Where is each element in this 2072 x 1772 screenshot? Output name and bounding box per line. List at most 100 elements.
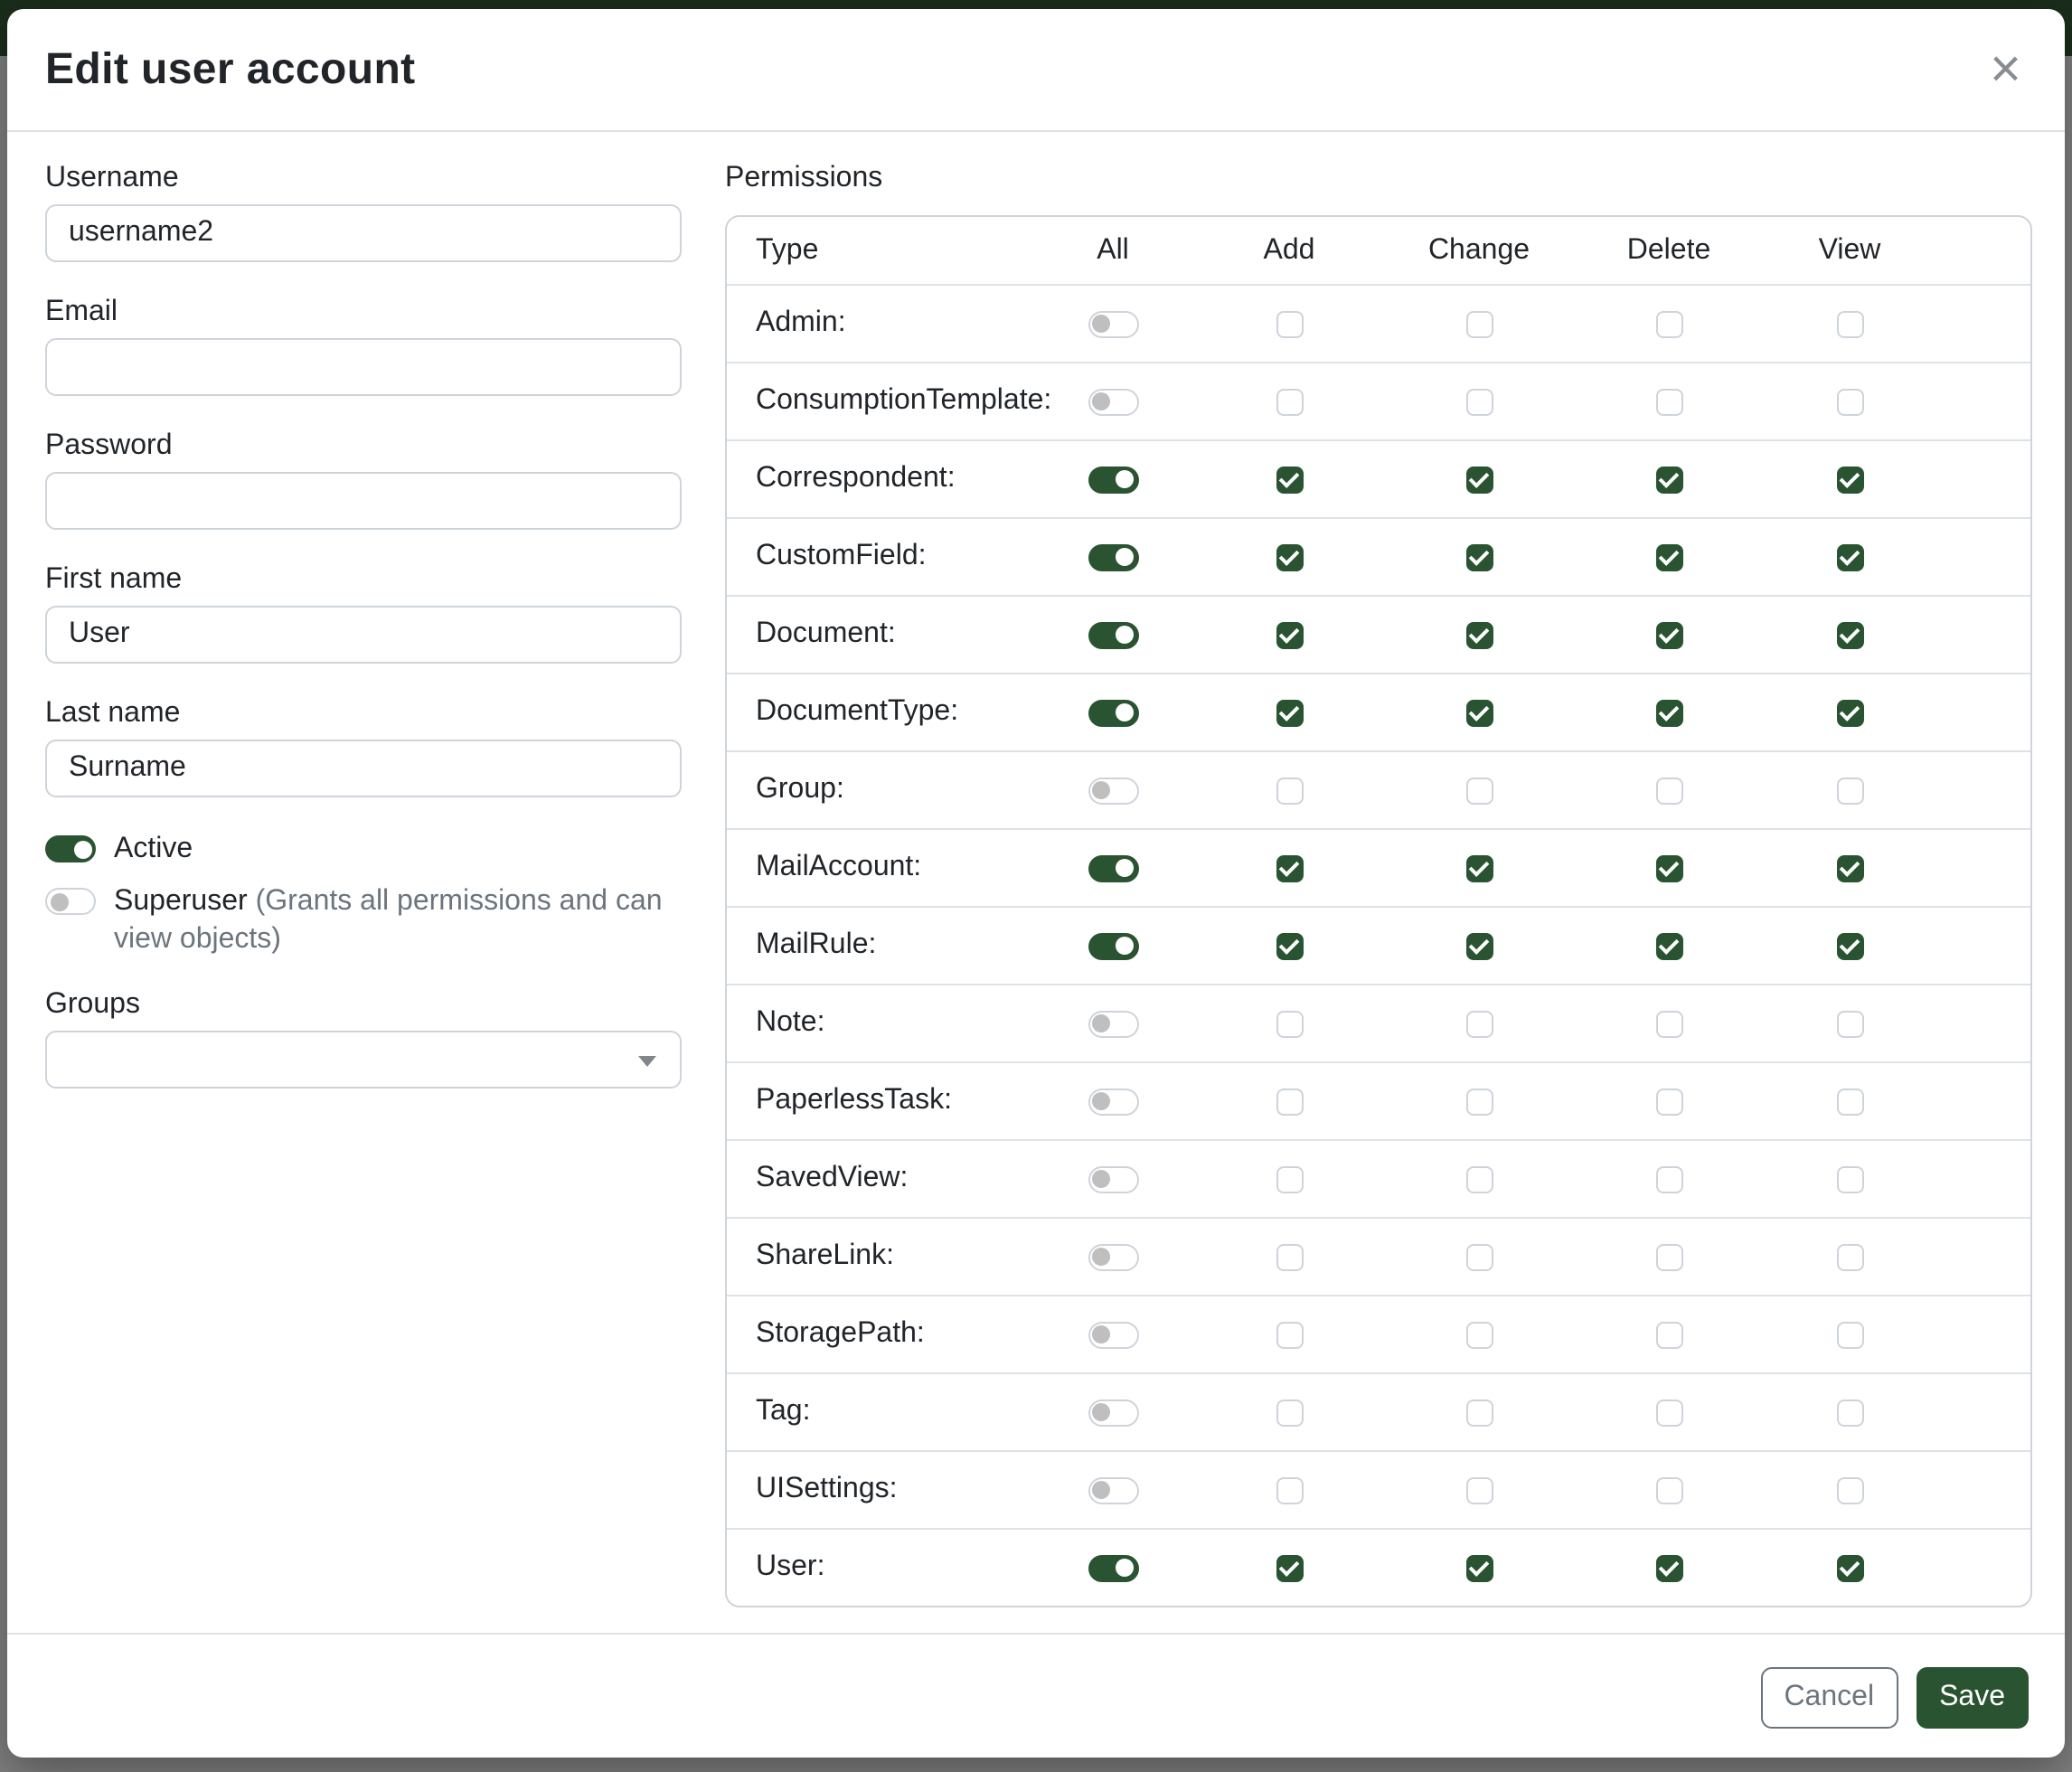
permission-add-checkbox[interactable] bbox=[1276, 1165, 1303, 1192]
permission-add-checkbox[interactable] bbox=[1276, 1010, 1303, 1037]
permission-add-checkbox[interactable] bbox=[1276, 777, 1303, 804]
permission-change-checkbox[interactable] bbox=[1465, 777, 1493, 804]
permission-view-checkbox[interactable] bbox=[1836, 1476, 1863, 1503]
superuser-toggle[interactable] bbox=[45, 888, 96, 915]
permission-view-checkbox[interactable] bbox=[1836, 466, 1863, 493]
permission-add-checkbox[interactable] bbox=[1276, 699, 1303, 726]
permission-view-checkbox[interactable] bbox=[1836, 777, 1863, 804]
permission-add-checkbox[interactable] bbox=[1276, 543, 1303, 570]
permission-view-checkbox[interactable] bbox=[1836, 1554, 1863, 1581]
permission-delete-checkbox[interactable] bbox=[1655, 1476, 1682, 1503]
permission-view-checkbox[interactable] bbox=[1836, 854, 1863, 881]
permission-change-checkbox[interactable] bbox=[1465, 1010, 1493, 1037]
permission-change-checkbox[interactable] bbox=[1465, 1243, 1493, 1270]
permission-all-toggle[interactable] bbox=[1088, 1476, 1138, 1503]
permission-all-toggle[interactable] bbox=[1088, 1165, 1138, 1192]
permission-all-toggle[interactable] bbox=[1088, 543, 1138, 570]
permission-delete-checkbox[interactable] bbox=[1655, 1554, 1682, 1581]
permission-change-checkbox[interactable] bbox=[1465, 1476, 1493, 1503]
permission-all-toggle[interactable] bbox=[1088, 1554, 1138, 1581]
permission-change-checkbox[interactable] bbox=[1465, 932, 1493, 959]
permission-change-checkbox[interactable] bbox=[1465, 699, 1493, 726]
permission-add-checkbox[interactable] bbox=[1276, 1554, 1303, 1581]
permission-delete-checkbox[interactable] bbox=[1655, 1243, 1682, 1270]
permission-all-toggle[interactable] bbox=[1088, 854, 1138, 881]
permission-all-toggle[interactable] bbox=[1088, 1088, 1138, 1115]
permission-view-checkbox[interactable] bbox=[1836, 1243, 1863, 1270]
permission-add-checkbox[interactable] bbox=[1276, 1399, 1303, 1426]
permission-change-checkbox[interactable] bbox=[1465, 1088, 1493, 1115]
permission-delete-checkbox[interactable] bbox=[1655, 310, 1682, 337]
permission-delete-checkbox[interactable] bbox=[1655, 388, 1682, 415]
permission-all-toggle[interactable] bbox=[1088, 621, 1138, 648]
permission-delete-checkbox[interactable] bbox=[1655, 466, 1682, 493]
permission-add-checkbox[interactable] bbox=[1276, 854, 1303, 881]
permission-all-toggle[interactable] bbox=[1088, 1399, 1138, 1426]
permission-add-checkbox[interactable] bbox=[1276, 310, 1303, 337]
permission-all-toggle[interactable] bbox=[1088, 1010, 1138, 1037]
permission-all-toggle[interactable] bbox=[1088, 699, 1138, 726]
permission-add-checkbox[interactable] bbox=[1276, 621, 1303, 648]
permission-all-toggle[interactable] bbox=[1088, 932, 1138, 959]
permission-delete-checkbox[interactable] bbox=[1655, 1010, 1682, 1037]
permission-view-checkbox[interactable] bbox=[1836, 932, 1863, 959]
permission-view-checkbox[interactable] bbox=[1836, 1010, 1863, 1037]
first-name-field[interactable] bbox=[45, 606, 682, 664]
permission-add-checkbox[interactable] bbox=[1276, 1243, 1303, 1270]
permission-all-toggle[interactable] bbox=[1088, 1243, 1138, 1270]
toggle-knob bbox=[1116, 470, 1134, 488]
permission-delete-checkbox[interactable] bbox=[1655, 1321, 1682, 1348]
permission-change-checkbox[interactable] bbox=[1465, 1399, 1493, 1426]
cancel-button[interactable]: Cancel bbox=[1760, 1667, 1898, 1729]
permission-change-checkbox[interactable] bbox=[1465, 854, 1493, 881]
permission-delete-checkbox[interactable] bbox=[1655, 543, 1682, 570]
permission-delete-checkbox[interactable] bbox=[1655, 699, 1682, 726]
permission-view-checkbox[interactable] bbox=[1836, 1088, 1863, 1115]
permission-view-checkbox[interactable] bbox=[1836, 1321, 1863, 1348]
permission-change-checkbox[interactable] bbox=[1465, 466, 1493, 493]
permission-delete-checkbox[interactable] bbox=[1655, 777, 1682, 804]
permission-change-checkbox[interactable] bbox=[1465, 388, 1493, 415]
permission-view-checkbox[interactable] bbox=[1836, 388, 1863, 415]
permission-view-checkbox[interactable] bbox=[1836, 1399, 1863, 1426]
permission-change-checkbox[interactable] bbox=[1465, 310, 1493, 337]
permission-delete-checkbox[interactable] bbox=[1655, 932, 1682, 959]
groups-select[interactable] bbox=[45, 1031, 682, 1089]
permission-view-checkbox[interactable] bbox=[1836, 543, 1863, 570]
permission-delete-checkbox[interactable] bbox=[1655, 1165, 1682, 1192]
permission-view-checkbox[interactable] bbox=[1836, 621, 1863, 648]
save-button[interactable]: Save bbox=[1916, 1667, 2029, 1729]
permission-all-toggle[interactable] bbox=[1088, 388, 1138, 415]
username-field[interactable] bbox=[45, 204, 682, 262]
permission-change-checkbox[interactable] bbox=[1465, 1554, 1493, 1581]
permission-delete-checkbox[interactable] bbox=[1655, 854, 1682, 881]
email-field[interactable] bbox=[45, 338, 682, 396]
permission-type-label: Note: bbox=[756, 1007, 1027, 1040]
permission-change-checkbox[interactable] bbox=[1465, 1165, 1493, 1192]
permission-delete-checkbox[interactable] bbox=[1655, 621, 1682, 648]
permission-all-toggle[interactable] bbox=[1088, 466, 1138, 493]
permission-change-checkbox[interactable] bbox=[1465, 543, 1493, 570]
permission-change-checkbox[interactable] bbox=[1465, 621, 1493, 648]
permission-all-toggle[interactable] bbox=[1088, 310, 1138, 337]
permission-view-checkbox[interactable] bbox=[1836, 1165, 1863, 1192]
active-toggle[interactable] bbox=[45, 835, 96, 862]
permission-delete-checkbox[interactable] bbox=[1655, 1088, 1682, 1115]
permission-delete-checkbox[interactable] bbox=[1655, 1399, 1682, 1426]
permission-view-checkbox[interactable] bbox=[1836, 310, 1863, 337]
permission-all-toggle[interactable] bbox=[1088, 1321, 1138, 1348]
permission-view-checkbox[interactable] bbox=[1836, 699, 1863, 726]
permission-add-checkbox[interactable] bbox=[1276, 388, 1303, 415]
permission-all-toggle[interactable] bbox=[1088, 777, 1138, 804]
close-button[interactable]: × bbox=[1983, 42, 2029, 97]
permission-add-checkbox[interactable] bbox=[1276, 466, 1303, 493]
permission-add-checkbox[interactable] bbox=[1276, 932, 1303, 959]
username-group: Username bbox=[45, 161, 682, 262]
last-name-field[interactable] bbox=[45, 740, 682, 797]
groups-label: Groups bbox=[45, 987, 682, 1023]
permission-add-checkbox[interactable] bbox=[1276, 1321, 1303, 1348]
password-field[interactable] bbox=[45, 472, 682, 530]
permission-add-checkbox[interactable] bbox=[1276, 1088, 1303, 1115]
permission-add-checkbox[interactable] bbox=[1276, 1476, 1303, 1503]
permission-change-checkbox[interactable] bbox=[1465, 1321, 1493, 1348]
